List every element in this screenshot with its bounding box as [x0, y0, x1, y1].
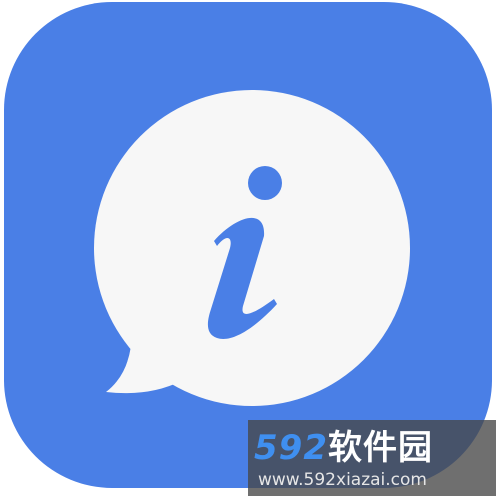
watermark-url: www.592xiazai.com	[258, 470, 427, 490]
watermark-brand: 592软件园	[254, 428, 490, 468]
screenshot-canvas: 592软件园 www.592xiazai.com	[0, 0, 496, 496]
watermark-brand-digits: 592	[254, 428, 328, 468]
watermark-brand-text: 软件园	[327, 428, 433, 468]
watermark-overlay: 592软件园 www.592xiazai.com	[248, 420, 496, 496]
